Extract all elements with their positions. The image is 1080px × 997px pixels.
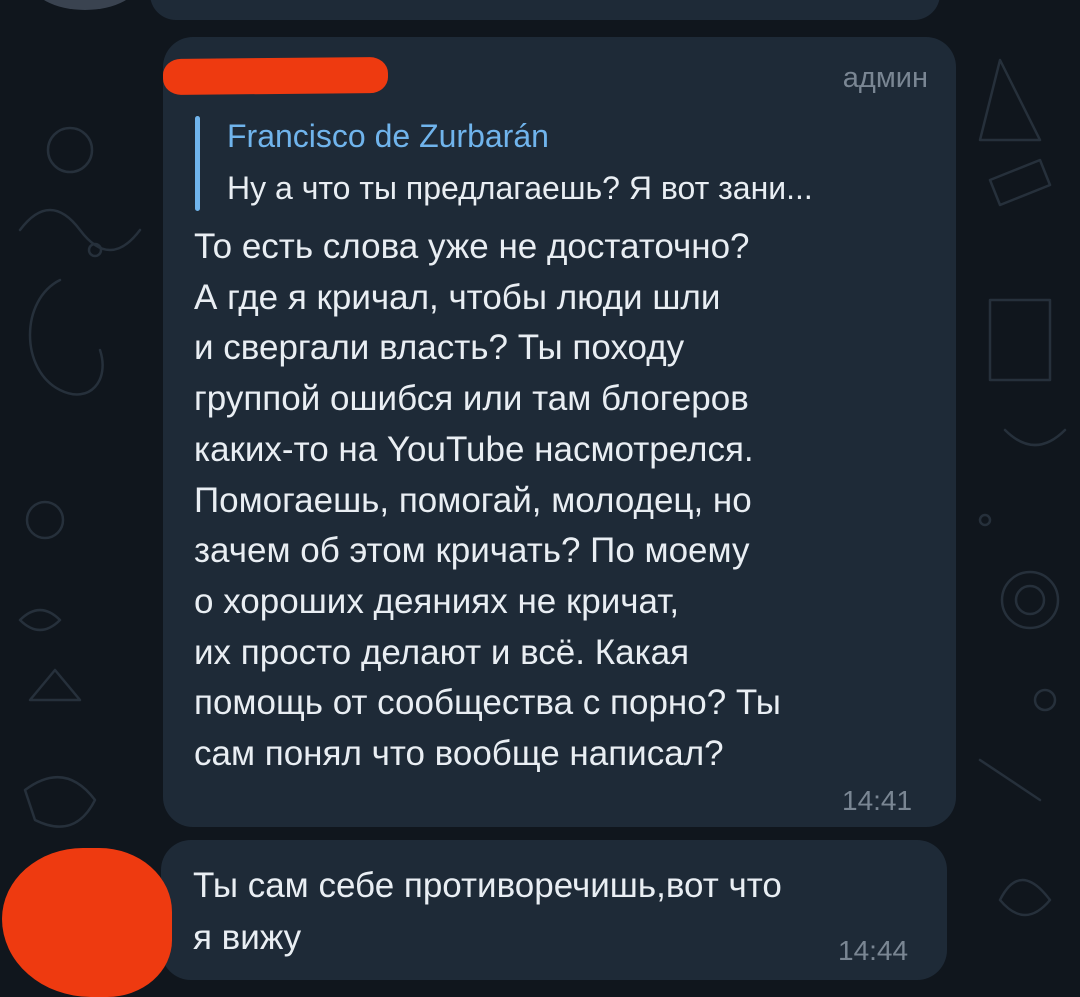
message-line: зачем об этом кричать? По моему bbox=[194, 531, 750, 571]
message-text: Ты сам себе противоречишь,вот что я вижу bbox=[193, 860, 933, 964]
message-line: группой ошибся или там блогеров bbox=[194, 379, 749, 419]
redacted-sender-name bbox=[162, 57, 389, 95]
message-line: помощь от сообщества с порно? Ты bbox=[194, 683, 781, 723]
message-line: я вижу bbox=[193, 918, 302, 957]
message-line: сам понял что вообще написал? bbox=[194, 734, 724, 774]
message-line: А где я кричал, чтобы люди шли bbox=[194, 277, 721, 317]
message-timestamp: 14:41 bbox=[842, 785, 913, 816]
message-line: их просто делают и всё. Какая bbox=[194, 632, 690, 672]
message-line: каких-то на YouTube насмотрелся. bbox=[194, 429, 754, 469]
message-line: Помогаешь, помогай, молодец, но bbox=[194, 480, 752, 520]
admin-badge: админ bbox=[842, 62, 928, 94]
reply-preview-text[interactable]: Ну а что ты предлагаешь? Я вот зани... bbox=[227, 170, 937, 207]
message-line: То есть слова уже не достаточно? bbox=[194, 227, 750, 266]
message-line: Ты сам себе противоречишь,вот что bbox=[193, 866, 782, 905]
previous-message-bubble[interactable] bbox=[150, 0, 940, 20]
message-line: о хороших деяниях не кричат, bbox=[194, 581, 680, 621]
reply-author[interactable]: Francisco de Zurbarán bbox=[227, 118, 549, 155]
message-line: и свергали власть? Ты походу bbox=[194, 328, 685, 368]
message-text: То есть слова уже не достаточно? А где я… bbox=[194, 222, 934, 780]
message-timestamp: 14:44 bbox=[838, 935, 909, 966]
reply-quote-bar bbox=[195, 116, 200, 211]
